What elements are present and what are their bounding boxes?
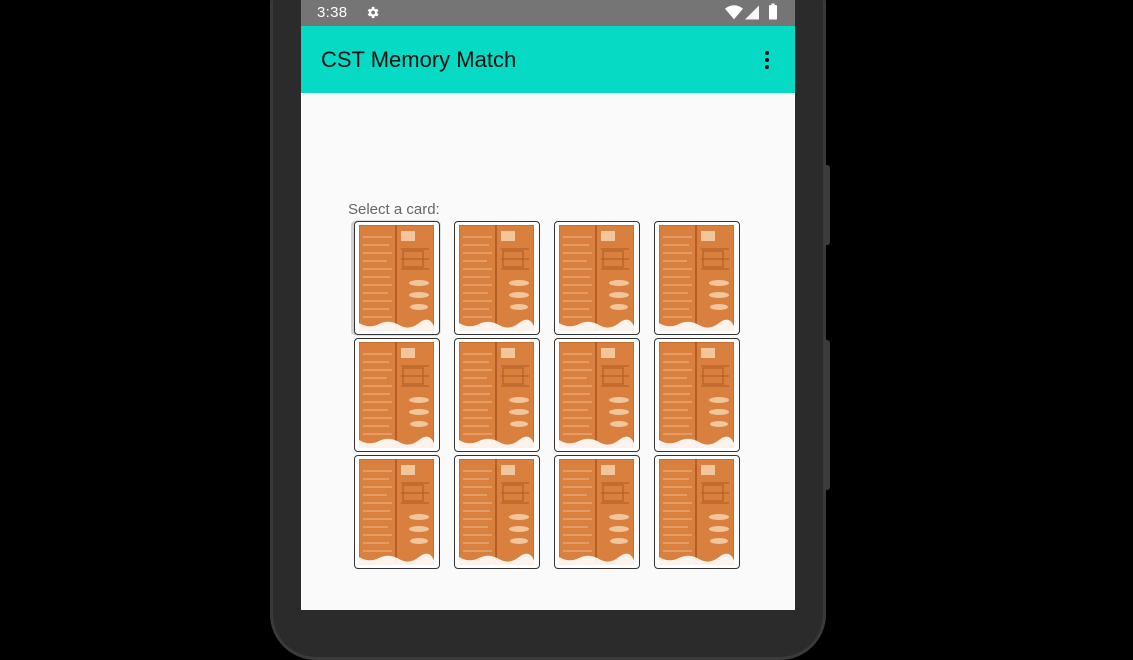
memory-card[interactable]	[354, 338, 440, 452]
memory-card[interactable]	[554, 455, 640, 569]
card-back-image	[659, 342, 734, 448]
app-bar: CST Memory Match	[301, 26, 795, 93]
card-back-image	[559, 342, 634, 448]
status-bar: 3:38	[301, 0, 795, 26]
memory-card[interactable]	[654, 338, 740, 452]
memory-card[interactable]	[554, 338, 640, 452]
overflow-menu-icon[interactable]	[757, 48, 777, 72]
card-back-image	[359, 459, 434, 565]
memory-card[interactable]	[654, 455, 740, 569]
card-back-image	[659, 225, 734, 331]
memory-card[interactable]	[354, 455, 440, 569]
signal-icon	[745, 5, 759, 20]
card-back-image	[359, 342, 434, 448]
memory-card[interactable]	[654, 221, 740, 335]
card-back-image	[559, 225, 634, 331]
select-card-prompt: Select a card:	[348, 201, 440, 218]
card-back-image	[659, 459, 734, 565]
wifi-icon	[725, 5, 743, 20]
memory-card[interactable]	[454, 221, 540, 335]
volume-button	[824, 165, 830, 245]
memory-card[interactable]	[454, 338, 540, 452]
gear-icon	[367, 6, 379, 19]
memory-card[interactable]	[354, 221, 440, 335]
card-back-image	[459, 225, 534, 331]
card-back-image	[359, 225, 434, 331]
memory-card[interactable]	[554, 221, 640, 335]
app-title: CST Memory Match	[321, 47, 517, 72]
power-button	[824, 340, 830, 490]
phone-screen: 3:38 CST Memory Match Select a card:	[301, 0, 795, 610]
status-time: 3:38	[317, 4, 348, 21]
battery-icon	[769, 3, 777, 20]
card-back-image	[559, 459, 634, 565]
card-back-image	[459, 459, 534, 565]
card-back-image	[459, 342, 534, 448]
memory-card[interactable]	[454, 455, 540, 569]
